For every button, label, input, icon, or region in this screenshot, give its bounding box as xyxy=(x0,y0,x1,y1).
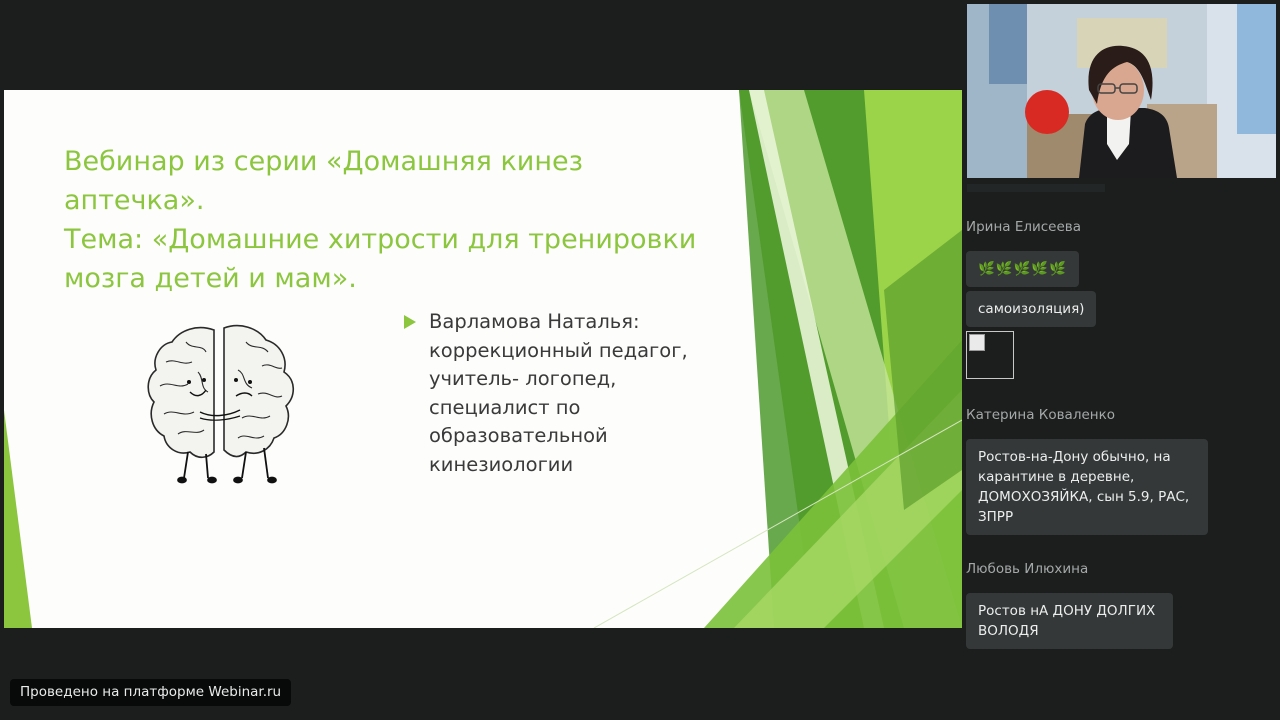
chat-message-line: карантине в деревне, xyxy=(978,469,1135,485)
presenter-info-line: образовательной xyxy=(429,424,608,448)
chat-message-bubble: Ростов нА ДОНУ ДОЛГИХ ВОЛОДЯ xyxy=(966,593,1173,649)
presenter-info-line: Варламова Наталья: xyxy=(429,310,640,333)
chat-author-name: Любовь Илюхина xyxy=(966,561,1089,577)
chat-message-line: ДОМОХОЗЯЙКА, сын 5.9, РАС, xyxy=(978,489,1190,505)
brain-illustration xyxy=(147,324,295,484)
presenter-info-line: кинезиологии xyxy=(429,452,574,476)
broken-image-icon xyxy=(969,334,985,351)
chat-message-line: Ростов-на-Дону обычно, на xyxy=(978,449,1171,465)
presenter-video[interactable] xyxy=(967,4,1276,178)
chat-message-bubble: 🌿🌿🌿🌿🌿 xyxy=(966,251,1080,287)
chat-message-emoji: 🌿🌿🌿🌿🌿 xyxy=(978,261,1068,277)
chat-message-line: Ростов нА ДОНУ ДОЛГИХ xyxy=(978,603,1156,619)
slide-title: Вебинар из серии «Домашняя кинез аптечка… xyxy=(64,142,764,298)
bullet-arrow-icon xyxy=(404,315,416,329)
slide-title-line: аптечка». xyxy=(64,185,205,216)
chat-author-name: Ирина Елисеева xyxy=(966,219,1082,235)
chat-message-line: ЗПРР xyxy=(978,509,1014,525)
slide-title-line: мозга детей и мам». xyxy=(64,263,357,294)
presenter-info: Варламова Наталья: коррекционный педагог… xyxy=(429,308,724,480)
chat-message-bubble: самоизоляция) xyxy=(966,291,1097,327)
webcam-frame xyxy=(967,4,1276,178)
slide-title-line: Тема: «Домашние хитрости для тренировки xyxy=(64,224,697,255)
chat-message-text: самоизоляция) xyxy=(978,301,1085,317)
presenter-info-line: учитель- логопед, xyxy=(429,367,617,391)
chat-message-line: ВОЛОДЯ xyxy=(978,623,1039,639)
video-controls-bar xyxy=(967,184,1105,192)
chat-image-attachment[interactable] xyxy=(966,331,1014,379)
presentation-slide: Вебинар из серии «Домашняя кинез аптечка… xyxy=(4,90,962,628)
chat-message-bubble: Ростов-на-Дону обычно, на карантине в де… xyxy=(966,439,1208,535)
slide-title-line: Вебинар из серии «Домашняя кинез xyxy=(64,146,583,177)
platform-badge[interactable]: Проведено на платформе Webinar.ru xyxy=(10,679,292,706)
presenter-bullet: Варламова Наталья: коррекционный педагог… xyxy=(404,308,724,480)
presenter-info-line: специалист по xyxy=(429,395,581,419)
presenter-info-line: коррекционный педагог, xyxy=(429,338,688,362)
chat-author-name: Катерина Коваленко xyxy=(966,407,1116,423)
